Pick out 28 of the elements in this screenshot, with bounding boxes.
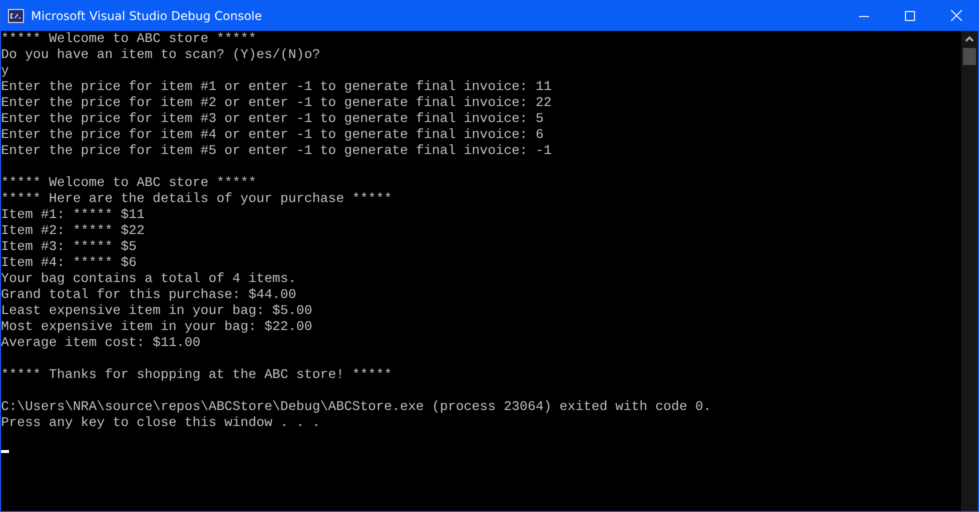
console-line: y [1, 63, 10, 79]
console-line: ***** Welcome to ABC store ***** [1, 175, 258, 191]
console-line: Enter the price for item #1 or enter -1 to generate final invoice: 11 [1, 79, 553, 95]
console-line: Item #4: ***** $6 [1, 255, 138, 271]
console-line: C:\Users\NRA\source\repos\ABCStore\Debug\ABCStore.exe (process 23064) exited with code 0. [1, 399, 712, 415]
console-line: Average item cost: $11.00 [1, 335, 202, 351]
console-line: Your bag contains a total of 4 items. [1, 271, 298, 287]
console-line: Grand total for this purchase: $44.00 [1, 287, 298, 303]
console-line: ***** Thanks for shopping at the ABC store! ***** [1, 367, 393, 383]
console-line: Enter the price for item #2 or enter -1 to generate final invoice: 22 [1, 95, 553, 111]
console-app-icon [8, 8, 24, 22]
console-line: Item #1: ***** $11 [1, 207, 146, 223]
console-line: Item #2: ***** $22 [1, 223, 146, 239]
close-icon [950, 10, 962, 21]
console-line: ***** Here are the details of your purchase ***** [1, 191, 393, 207]
console-line: Press any key to close this window . . . [1, 415, 322, 431]
console-line: ***** Welcome to ABC store ***** [1, 31, 258, 47]
scrollbar-thumb[interactable] [963, 48, 976, 65]
console-line: Enter the price for item #5 or enter -1 to generate final invoice: -1 [1, 143, 553, 159]
console-line: Do you have an item to scan? (Y)es/(N)o? [1, 47, 322, 63]
console-line: Enter the price for item #4 or enter -1 to generate final invoice: 6 [1, 127, 545, 143]
console-line: Item #3: ***** $5 [1, 239, 138, 255]
maximize-icon [905, 10, 915, 20]
text-cursor [1, 450, 9, 453]
console-line: Enter the price for item #3 or enter -1 to generate final invoice: 5 [1, 111, 545, 127]
window-title: Microsoft Visual Studio Debug Console [31, 8, 264, 22]
console-line: Least expensive item in your bag: $5.00 [1, 303, 314, 319]
console-line: Most expensive item in your bag: $22.00 [1, 319, 314, 335]
